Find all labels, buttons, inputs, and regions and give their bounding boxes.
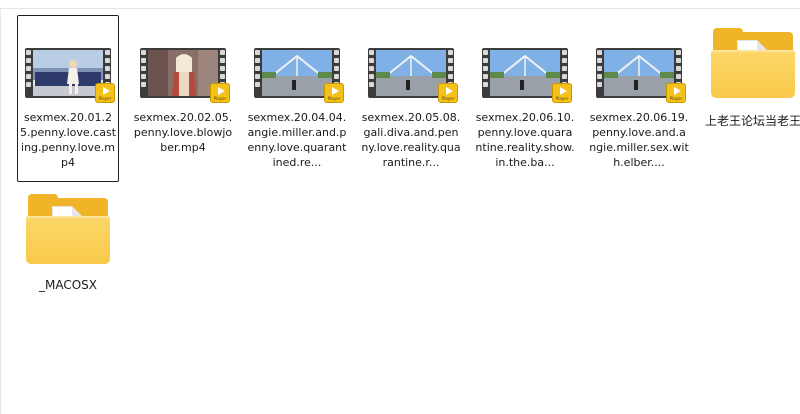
- video-thumbnail-icon: Player: [24, 44, 115, 106]
- player-badge-icon: Player: [438, 83, 458, 103]
- file-name-label: sexmex.20.06.19.penny.love.and.angie.mil…: [589, 111, 689, 169]
- video-thumbnail-icon: Player: [595, 44, 686, 106]
- file-item-video[interactable]: Player sexmex.20.01.25.penny.love.castin…: [17, 15, 119, 182]
- video-thumbnail-icon: Player: [481, 44, 572, 106]
- file-item-video[interactable]: Player sexmex.20.02.05.penny.love.blowjo…: [132, 16, 234, 180]
- video-thumbnail-icon: Player: [367, 44, 458, 106]
- file-explorer-window: Player sexmex.20.01.25.penny.love.castin…: [0, 0, 800, 414]
- folder-icon: [711, 28, 795, 98]
- file-name-label: sexmex.20.01.25.penny.love.casting.penny…: [19, 111, 117, 169]
- file-name-label: sexmex.20.05.08.gali.diva.and.penny.love…: [361, 111, 461, 169]
- file-item-folder[interactable]: 上老王论坛当老王: [702, 24, 800, 154]
- file-item-folder[interactable]: _MACOSX: [17, 190, 119, 300]
- player-badge-icon: Player: [552, 83, 572, 103]
- left-divider: [0, 8, 1, 414]
- player-badge-icon: Player: [95, 83, 115, 103]
- video-thumbnail-icon: Player: [253, 44, 344, 106]
- file-name-label: sexmex.20.06.10.penny.love.quarantine.re…: [475, 111, 575, 169]
- top-divider: [0, 0, 800, 9]
- video-thumbnail-icon: Player: [139, 44, 230, 106]
- file-item-video[interactable]: Player sexmex.20.06.10.penny.love.quaran…: [474, 16, 576, 180]
- folder-with-document-icon: [26, 194, 110, 264]
- player-badge-icon: Player: [210, 83, 230, 103]
- player-badge-icon: Player: [324, 83, 344, 103]
- file-item-video[interactable]: Player sexmex.20.06.19.penny.love.and.an…: [588, 16, 690, 180]
- file-item-video[interactable]: Player sexmex.20.04.04.angie.miller.and.…: [246, 16, 348, 180]
- folder-name-label: _MACOSX: [38, 278, 97, 292]
- file-item-video[interactable]: Player sexmex.20.05.08.gali.diva.and.pen…: [360, 16, 462, 180]
- file-name-label: sexmex.20.04.04.angie.miller.and.penny.l…: [247, 111, 347, 169]
- player-badge-icon: Player: [666, 83, 686, 103]
- folder-name-label: 上老王论坛当老王: [704, 114, 800, 128]
- file-name-label: sexmex.20.02.05.penny.love.blowjober.mp4: [133, 111, 233, 154]
